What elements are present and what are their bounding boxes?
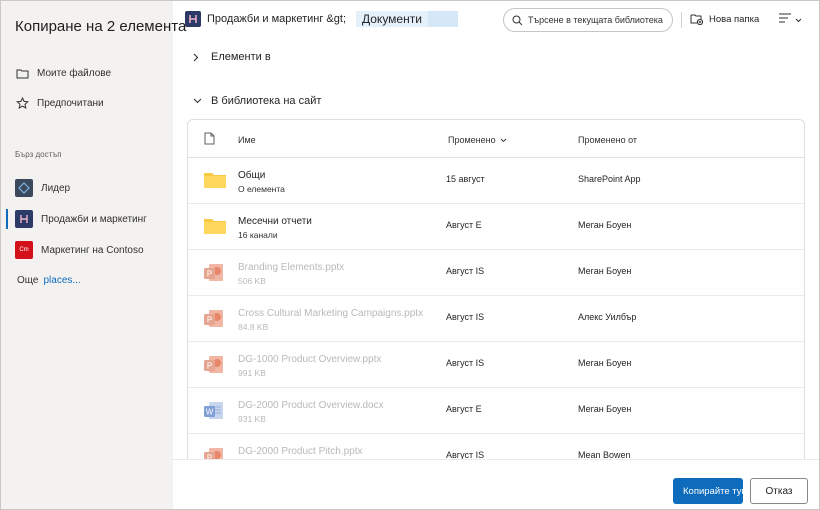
- toolbar-divider: [681, 12, 682, 28]
- breadcrumb: Продажби и маркетинг &gt; Документи: [185, 11, 458, 27]
- section-items-in-label: Елементи в: [211, 51, 271, 63]
- chevron-right-icon: [193, 53, 203, 62]
- section-site-library[interactable]: В библиотека на сайт: [193, 95, 321, 107]
- column-header-modified-by[interactable]: Променено от: [578, 135, 637, 145]
- table-row[interactable]: P Cross Cultural Marketing Campaigns.pptx…: [188, 296, 804, 342]
- svg-text:P: P: [207, 316, 212, 325]
- column-header-modified[interactable]: Променено: [448, 135, 507, 145]
- breadcrumb-parent[interactable]: Продажби и маркетинг &gt;: [207, 13, 346, 25]
- nav-my-files-label: Моите файлове: [37, 67, 112, 79]
- row-modified-by: Алекс Уилбър: [578, 312, 637, 322]
- star-icon: [15, 96, 29, 110]
- svg-text:W: W: [206, 408, 214, 417]
- row-name: Общи: [238, 170, 266, 181]
- table-row[interactable]: P DG-1000 Product Overview.pptx 991 KB Авгу…: [188, 342, 804, 388]
- row-modified: Август IS: [446, 266, 485, 276]
- row-modified: Август IS: [446, 358, 485, 368]
- row-detail: 84.8 KB: [238, 322, 269, 332]
- search-placeholder: Търсене в текущата библиотека: [528, 15, 663, 25]
- column-header-name[interactable]: Име: [238, 135, 256, 145]
- row-modified: Август IS: [446, 450, 485, 459]
- row-modified-by: Mean Bowen: [578, 450, 631, 459]
- nav-my-files[interactable]: Моите файлове: [15, 66, 111, 80]
- powerpoint-file-icon: P: [203, 308, 227, 330]
- powerpoint-file-icon: P: [203, 446, 227, 459]
- folder-icon: [203, 170, 227, 192]
- row-name: DG-1000 Product Overview.pptx: [238, 354, 382, 365]
- powerpoint-file-icon: P: [203, 262, 227, 284]
- column-header-modified-label: Променено: [448, 135, 496, 145]
- more-prefix: Още: [17, 275, 39, 286]
- list-view-icon: [778, 11, 792, 29]
- dialog-title: Копиране на 2 елемента: [15, 18, 187, 35]
- chevron-down-icon: [193, 98, 203, 104]
- row-name: Branding Elements.pptx: [238, 262, 345, 273]
- row-detail: О елемента: [238, 184, 285, 194]
- row-modified-by: Меган Боуен: [578, 404, 632, 414]
- left-pane: Копиране на 2 елемента Моите файлове Пре…: [1, 1, 186, 509]
- site-logo-icon: [185, 11, 201, 27]
- row-modified: Август IS: [446, 312, 485, 322]
- section-site-library-label: В библиотека на сайт: [211, 95, 322, 107]
- table-header: Име Променено Променено от: [188, 120, 804, 158]
- site-lider[interactable]: Лидер: [15, 179, 70, 197]
- row-detail: 931 KB: [238, 414, 266, 424]
- row-name: Месечни отчети: [238, 216, 312, 227]
- table-row[interactable]: W DG-2000 Product Overview.docx 931 KB Авгу…: [188, 388, 804, 434]
- file-table: Име Променено Променено от Общи О елемент…: [187, 119, 805, 459]
- nav-favorites[interactable]: Предпочитани: [15, 96, 104, 110]
- search-icon: [512, 15, 523, 26]
- section-items-in[interactable]: Елементи в: [193, 51, 271, 63]
- new-folder-button[interactable]: Нова папка: [690, 13, 759, 25]
- row-modified-by: Меган Боуен: [578, 220, 632, 230]
- view-options-button[interactable]: [778, 11, 802, 29]
- site-logo-icon: [15, 179, 33, 197]
- more-places-link[interactable]: places...: [43, 275, 80, 286]
- svg-text:P: P: [207, 270, 212, 279]
- chevron-down-icon: [795, 18, 802, 23]
- cancel-button[interactable]: Отказ: [750, 478, 808, 504]
- row-detail: 16 канали: [238, 230, 278, 240]
- word-file-icon: W: [203, 400, 227, 422]
- nav-favorites-label: Предпочитани: [37, 97, 104, 109]
- row-detail: 991 KB: [238, 368, 266, 378]
- row-modified: Август Е: [446, 404, 482, 414]
- row-modified-by: SharePoint App: [578, 174, 641, 184]
- site-sales-marketing[interactable]: Продажби и маркетинг: [15, 210, 147, 228]
- selected-site-indicator: [6, 209, 8, 229]
- folder-icon: [15, 66, 29, 80]
- row-modified: 15 август: [446, 174, 485, 184]
- new-folder-label: Нова папка: [709, 13, 760, 25]
- row-name: DG-2000 Product Overview.docx: [238, 400, 384, 411]
- table-row[interactable]: P Branding Elements.pptx 506 KB Август IS Ме…: [188, 250, 804, 296]
- table-row[interactable]: PDG-2000 Product Pitch.pptx1.2 MBАвгуст …: [188, 434, 804, 459]
- new-folder-icon: [690, 13, 704, 25]
- svg-text:P: P: [207, 362, 212, 371]
- site-contoso-marketing[interactable]: Cm Маркетинг на Contoso: [15, 241, 144, 259]
- footer-divider: [173, 459, 819, 460]
- site-logo-icon: Cm: [15, 241, 33, 259]
- file-type-icon: [204, 132, 215, 147]
- site-contoso-marketing-label: Маркетинг на Contoso: [41, 244, 144, 256]
- site-sales-marketing-label: Продажби и маркетинг: [41, 213, 147, 225]
- table-row[interactable]: Общи О елемента 15 август SharePoint App: [188, 158, 804, 204]
- row-modified-by: Меган Боуен: [578, 358, 632, 368]
- search-input[interactable]: Търсене в текущата библиотека: [503, 8, 673, 32]
- quick-access-label: Бърз достъп: [15, 150, 62, 159]
- breadcrumb-current: Документи: [356, 11, 458, 27]
- row-detail: 506 KB: [238, 276, 266, 286]
- row-modified-by: Меган Боуен: [578, 266, 632, 276]
- site-logo-icon: [15, 210, 33, 228]
- row-name: DG-2000 Product Pitch.pptx: [238, 446, 363, 457]
- more-places[interactable]: Още places...: [17, 275, 81, 286]
- row-modified: Август Е: [446, 220, 482, 230]
- site-lider-label: Лидер: [41, 182, 71, 194]
- table-row[interactable]: Месечни отчети 16 канали Август Е Меган Боу…: [188, 204, 804, 250]
- folder-icon: [203, 216, 227, 238]
- sort-chevron-icon: [500, 138, 507, 143]
- copy-here-button[interactable]: Копирайте тук: [673, 478, 743, 504]
- powerpoint-file-icon: P: [203, 354, 227, 376]
- row-name: Cross Cultural Marketing Campaigns.pptx: [238, 308, 424, 319]
